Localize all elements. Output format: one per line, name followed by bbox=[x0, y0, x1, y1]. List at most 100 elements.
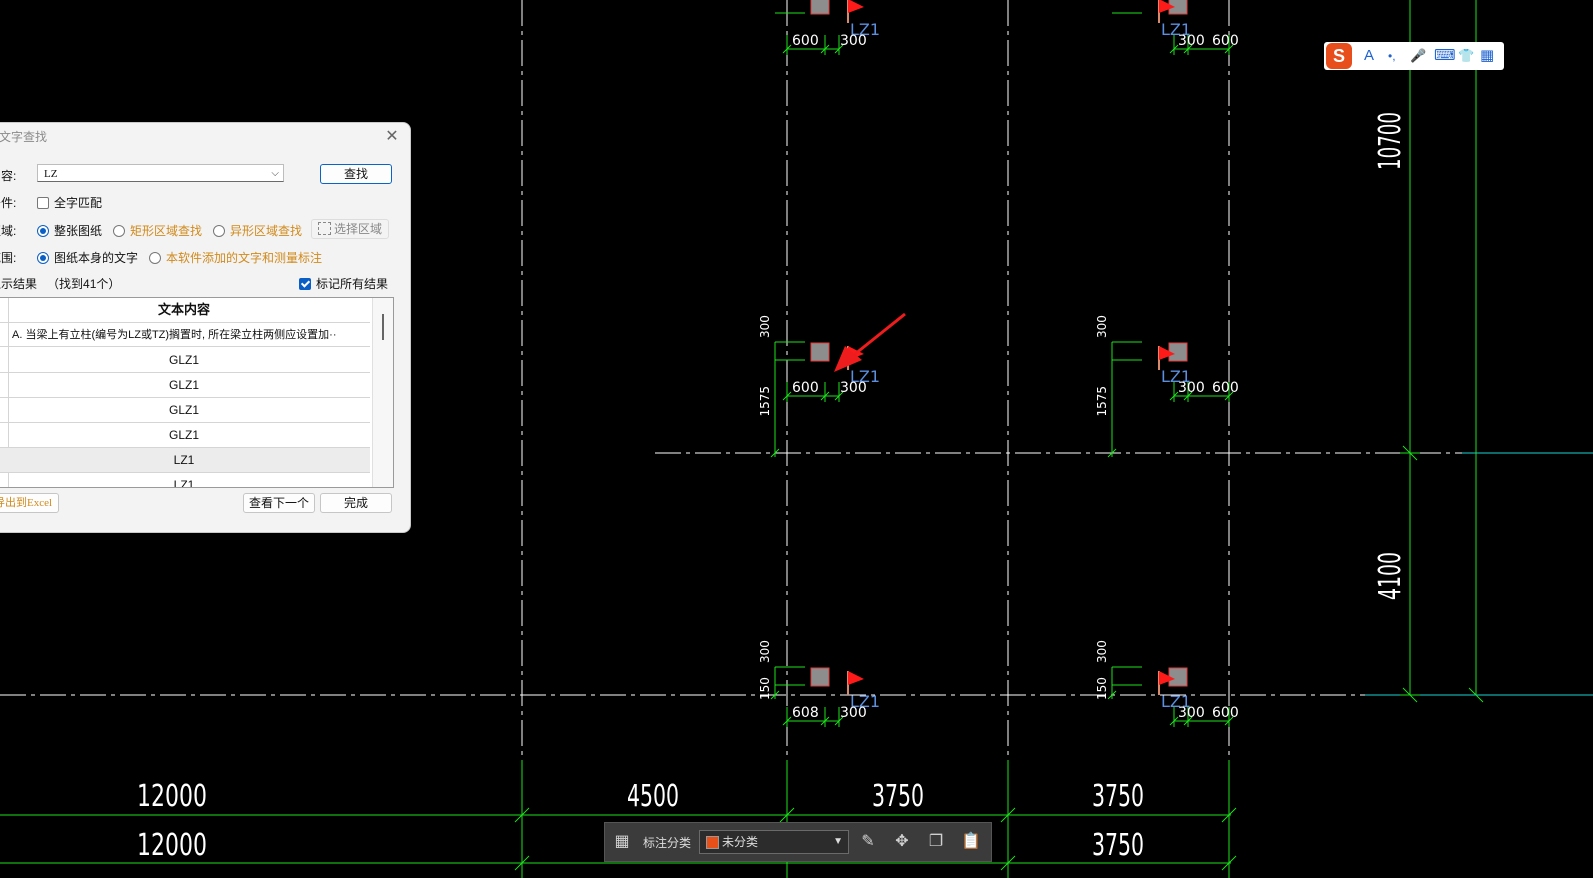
dim-text-10700: 10700 bbox=[1373, 112, 1408, 170]
table-scrollbar[interactable] bbox=[372, 298, 393, 487]
radio-whole-drawing[interactable] bbox=[37, 225, 49, 237]
dim-text-right: 600 bbox=[1212, 380, 1239, 396]
category-select[interactable]: 未分类 ▼ bbox=[699, 830, 849, 854]
full-match-option[interactable]: 全字匹配 bbox=[37, 194, 102, 211]
right-dimension-lines bbox=[1400, 0, 1484, 703]
table-row[interactable]: LZ1 bbox=[0, 473, 370, 487]
area-irregular-option[interactable]: 异形区域查找 bbox=[213, 222, 302, 239]
keyboard-icon[interactable]: ⌨ bbox=[1434, 46, 1456, 66]
copy-icon[interactable]: ❐ bbox=[927, 833, 945, 851]
dim-text-right: 300 bbox=[840, 705, 867, 721]
area-rect-option[interactable]: 矩形区域查找 bbox=[113, 222, 202, 239]
category-label: 标注分类 bbox=[643, 836, 692, 850]
sogou-logo-icon[interactable]: S bbox=[1326, 43, 1352, 69]
ime-mode-icon[interactable]: A bbox=[1364, 46, 1374, 66]
column-square-marker bbox=[810, 0, 830, 15]
results-label-group: 显示结果 （找到41个） bbox=[0, 275, 120, 292]
chevron-down-icon[interactable]: ⌵ bbox=[271, 165, 279, 183]
dialog-title: 文字查找 bbox=[0, 130, 48, 144]
dim-text-12000-row1: 12000 bbox=[137, 779, 207, 814]
radio-irregular-area[interactable] bbox=[213, 225, 225, 237]
punctuation-icon[interactable]: •, bbox=[1388, 46, 1396, 66]
dim-text-vertical-mid: 1575 bbox=[1095, 386, 1109, 417]
dim-text-right: 300 bbox=[840, 33, 867, 49]
next-result-button[interactable]: 查看下一个 bbox=[243, 493, 315, 513]
full-match-checkbox[interactable] bbox=[37, 197, 49, 209]
dim-text-left: 300 bbox=[1178, 33, 1205, 49]
radio-added-text[interactable] bbox=[149, 252, 161, 264]
edit-icon[interactable]: ✎ bbox=[859, 833, 877, 851]
dim-text-3750-b: 3750 bbox=[1092, 779, 1144, 814]
close-icon[interactable]: ✕ bbox=[384, 129, 400, 145]
microphone-icon[interactable]: 🎤 bbox=[1410, 46, 1426, 66]
dim-text-4500: 4500 bbox=[627, 779, 679, 814]
dim-text-left: 600 bbox=[792, 380, 819, 396]
results-table: 文本内容 A. 当梁上有立柱(编号为LZ或TZ)搁置时, 所在梁立柱两侧应设置加… bbox=[0, 297, 394, 488]
area-whole-drawing-option[interactable]: 整张图纸 bbox=[37, 222, 102, 239]
range-label: 范围: bbox=[0, 251, 17, 265]
full-match-label: 全字匹配 bbox=[54, 196, 103, 210]
mark-all-label: 标记所有结果 bbox=[316, 277, 389, 291]
mark-all-option[interactable]: 标记所有结果 bbox=[299, 275, 388, 292]
dim-text-vertical-mid: 1575 bbox=[758, 386, 772, 417]
dim-text-left: 300 bbox=[1178, 705, 1205, 721]
mark-all-checkbox[interactable] bbox=[299, 278, 311, 290]
skin-icon[interactable]: 👕 bbox=[1458, 46, 1474, 66]
dim-text-12000-row2: 12000 bbox=[137, 828, 207, 863]
dim-text-vertical-top: 300 bbox=[1095, 315, 1109, 338]
dim-text-4100: 4100 bbox=[1373, 552, 1408, 600]
export-excel-button[interactable]: 导出到Excel bbox=[0, 493, 59, 513]
find-button[interactable]: 查找 bbox=[320, 164, 392, 184]
dim-text-right: 300 bbox=[840, 380, 867, 396]
category-value: 未分类 bbox=[722, 835, 759, 849]
category-color-swatch bbox=[706, 836, 719, 849]
move-icon[interactable]: ✥ bbox=[893, 833, 911, 851]
paste-icon[interactable]: 📋 bbox=[961, 833, 981, 851]
done-button[interactable]: 完成 bbox=[320, 493, 392, 513]
table-row-selected[interactable]: LZ1 bbox=[0, 448, 370, 473]
find-text-dialog: 文字查找 ✕ 内容: LZ ⌵ 查找 条件: 全字匹配 区域: 整张图纸 矩形区… bbox=[0, 122, 411, 533]
red-flag-icon bbox=[848, 671, 864, 685]
dim-text-3750-a: 3750 bbox=[872, 779, 924, 814]
search-combobox[interactable]: LZ ⌵ bbox=[37, 164, 284, 182]
dim-text-left: 608 bbox=[792, 705, 819, 721]
table-row[interactable]: GLZ1 bbox=[0, 423, 370, 448]
column-square-marker bbox=[810, 667, 830, 687]
range-drawing-text-label: 图纸本身的文字 bbox=[54, 251, 139, 265]
grid-apps-icon[interactable]: ▦ bbox=[613, 833, 631, 851]
area-rect-label: 矩形区域查找 bbox=[130, 224, 203, 238]
table-row[interactable]: GLZ1 bbox=[0, 348, 370, 373]
column-markers: LZ1600 3003001575LZ1300 6003001575LZ1608 30… bbox=[758, 0, 1239, 727]
dim-text-left: 300 bbox=[1178, 380, 1205, 396]
right-dimension-texts: 10700 4100 bbox=[1373, 112, 1408, 600]
results-label: 显示结果 bbox=[0, 277, 38, 291]
select-area-button[interactable]: 选择区域 bbox=[311, 219, 389, 239]
table-row[interactable]: A. 当梁上有立柱(编号为LZ或TZ)搁置时, 所在梁立柱两侧应设置加·· bbox=[0, 323, 370, 347]
table-row[interactable]: GLZ1 bbox=[0, 373, 370, 398]
scrollbar-thumb[interactable] bbox=[382, 314, 384, 340]
radio-drawing-text[interactable] bbox=[37, 252, 49, 264]
range-drawing-text-option[interactable]: 图纸本身的文字 bbox=[37, 249, 138, 266]
table-header: 文本内容 bbox=[0, 298, 370, 323]
radio-rect-area[interactable] bbox=[113, 225, 125, 237]
column-square-marker bbox=[1168, 342, 1188, 362]
search-value: LZ bbox=[44, 168, 58, 180]
results-count: （找到41个） bbox=[47, 277, 121, 291]
toolbox-icon[interactable]: ▦ bbox=[1480, 46, 1494, 66]
dim-text-vertical-mid: 150 bbox=[1095, 677, 1109, 700]
select-area-icon bbox=[317, 222, 331, 235]
dim-text-vertical-mid: 150 bbox=[758, 677, 772, 700]
area-label: 区域: bbox=[0, 224, 17, 238]
red-arrow-annotation bbox=[834, 312, 906, 372]
annotation-toolbar: ▦ 标注分类 未分类 ▼ ✎ ✥ ❐ 📋 bbox=[604, 822, 992, 862]
column-square-marker bbox=[810, 342, 830, 362]
range-added-text-option[interactable]: 本软件添加的文字和测量标注 bbox=[149, 249, 322, 266]
dim-text-3750-row2: 3750 bbox=[1092, 828, 1144, 863]
dropdown-arrow-icon[interactable]: ▼ bbox=[833, 831, 843, 853]
dim-text-right: 600 bbox=[1212, 705, 1239, 721]
dim-text-vertical-top: 300 bbox=[758, 315, 772, 338]
dialog-title-bar[interactable]: 文字查找 bbox=[0, 123, 410, 151]
table-row[interactable]: GLZ1 bbox=[0, 398, 370, 423]
area-irregular-label: 异形区域查找 bbox=[230, 224, 303, 238]
content-label: 内容: bbox=[0, 169, 17, 183]
